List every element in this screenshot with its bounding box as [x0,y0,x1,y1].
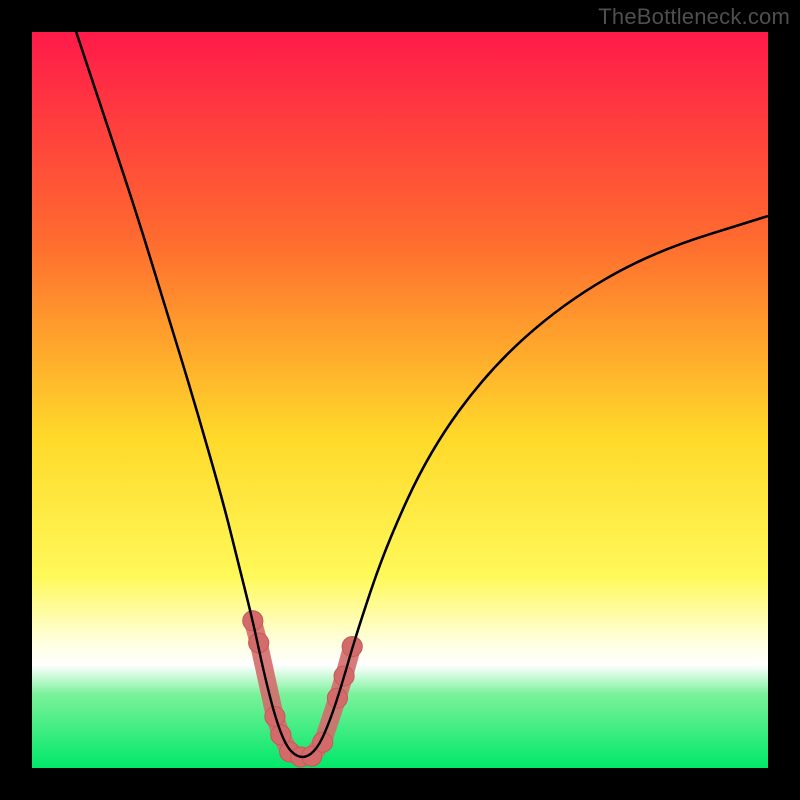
plot-background [32,32,768,768]
bottleneck-chart [0,0,800,800]
watermark-text: TheBottleneck.com [598,4,790,30]
chart-frame: TheBottleneck.com [0,0,800,800]
